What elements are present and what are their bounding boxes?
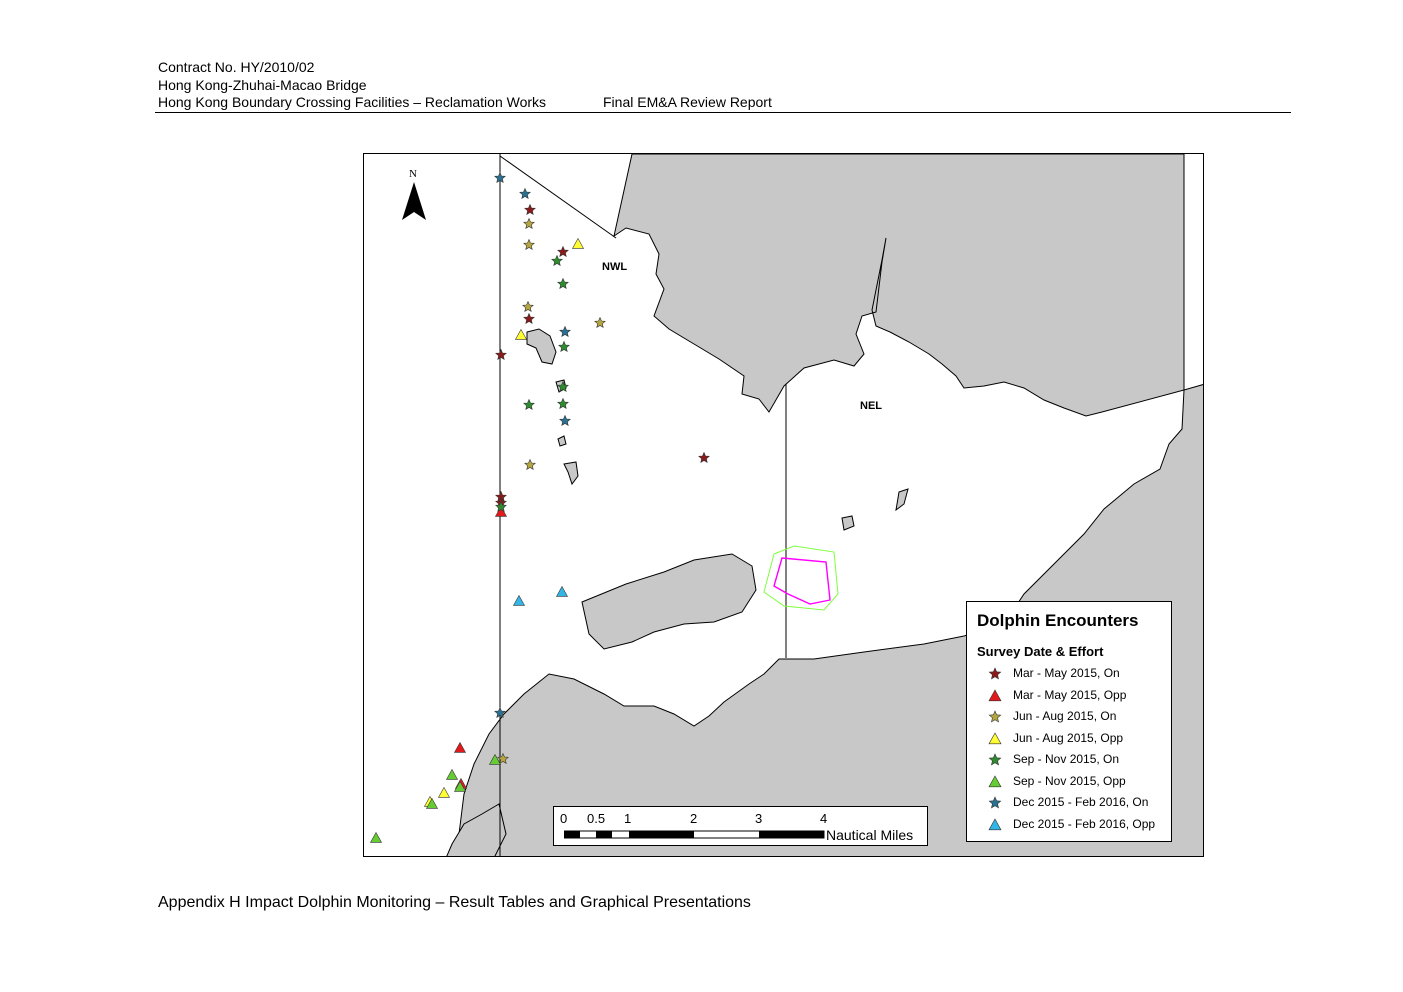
area-label-nwl: NWL [602,261,627,273]
legend-item: Jun - Aug 2015, On [987,707,1167,727]
legend-item-label: Dec 2015 - Feb 2016, On [1013,795,1149,809]
legend-item-label: Dec 2015 - Feb 2016, Opp [1013,816,1156,831]
scale-tick-4: 4 [820,811,828,826]
footer-caption: Appendix H Impact Dolphin Monitoring – R… [158,894,751,911]
scale-tick-0-5: 0.5 [587,811,606,826]
legend-item: Sep - Nov 2015, On [987,750,1167,770]
legend-item: Jun - Aug 2015, Opp [987,729,1167,749]
encounter-triangle [369,831,383,843]
triangle-icon [988,817,1002,830]
encounter-star [551,254,563,267]
legend-subtitle: Survey Date & Effort [977,644,1104,659]
triangle-symbol [988,774,1002,787]
legend-item: Mar - May 2015, Opp [987,686,1167,706]
nwl-boundary-diagonal [499,155,617,239]
triangle-icon [988,688,1002,701]
encounter-triangle [514,328,528,340]
land-north [613,154,1185,417]
legend-item: Mar - May 2015, On [987,664,1167,684]
encounter-star [557,277,569,290]
islet-5 [841,515,855,531]
encounter-star [594,316,606,329]
encounter-star [557,245,569,258]
encounter-triangle [512,594,526,606]
north-arrow: N [400,168,428,222]
encounter-star [524,458,536,471]
legend-item-label: Jun - Aug 2015, Opp [1013,730,1124,745]
star-icon [988,667,1002,680]
encounter-star [523,238,535,251]
legend: Dolphin Encounters Survey Date & Effort … [966,601,1172,842]
star-symbol [988,710,1002,723]
star-symbol [988,667,1002,680]
triangle-icon [988,731,1002,744]
legend-item-label: Mar - May 2015, On [1013,666,1120,680]
contract-number: Contract No. HY/2010/02 [158,59,315,75]
islet-6 [895,488,909,512]
star-icon [988,753,1002,766]
area-label-nel: NEL [860,400,882,412]
star-symbol [988,796,1002,809]
encounter-star [519,187,531,200]
legend-item-label: Sep - Nov 2015, On [1013,752,1120,766]
encounter-star [559,325,571,338]
encounter-star [524,203,536,216]
triangle-symbol [988,731,1002,744]
islet-1 [526,328,557,365]
encounter-triangle [453,741,467,753]
scale-tick-2: 2 [690,811,698,826]
triangle-symbol [988,817,1002,830]
scale-bar-graphic [564,830,825,839]
legend-item: Dec 2015 - Feb 2016, Opp [987,815,1167,835]
encounter-triangle [437,786,451,798]
star-icon [988,796,1002,809]
scale-tick-0: 0 [560,811,568,826]
north-label: N [409,168,417,180]
encounter-star [557,397,569,410]
encounter-star [559,414,571,427]
report-title: Final EM&A Review Report [603,94,772,110]
land-island [581,553,757,650]
legend-item-label: Sep - Nov 2015, Opp [1013,773,1126,788]
triangle-symbol [988,688,1002,701]
scale-tick-1: 1 [624,811,632,826]
encounter-star [698,451,710,464]
star-icon [988,710,1002,723]
scale-units: Nautical Miles [826,827,914,843]
scale-tick-3: 3 [755,811,763,826]
encounter-star [522,300,534,313]
north-arrow-icon [402,182,426,220]
islet-4 [563,461,579,486]
encounter-star [495,348,507,361]
project-name: Hong Kong-Zhuhai-Macao Bridge [158,77,367,93]
encounter-star [523,217,535,230]
header-rule [155,112,1291,113]
encounter-star [523,398,535,411]
legend-item-label: Mar - May 2015, Opp [1013,687,1127,702]
encounter-triangle [571,237,585,249]
legend-title: Dolphin Encounters [977,611,1139,630]
works-area-pink [773,557,831,605]
encounter-star [558,340,570,353]
legend-item-label: Jun - Aug 2015, On [1013,709,1117,723]
encounter-triangle [445,768,459,780]
facility-name: Hong Kong Boundary Crossing Facilities –… [158,94,547,110]
islet-3 [557,435,567,447]
encounter-triangle [555,585,569,597]
encounter-star [523,312,535,325]
legend-item: Sep - Nov 2015, Opp [987,772,1167,792]
star-symbol [988,753,1002,766]
legend-item: Dec 2015 - Feb 2016, On [987,793,1167,813]
scale-bar: 0 0.5 1 2 3 4 Nautical Miles [553,806,928,846]
triangle-icon [988,774,1002,787]
